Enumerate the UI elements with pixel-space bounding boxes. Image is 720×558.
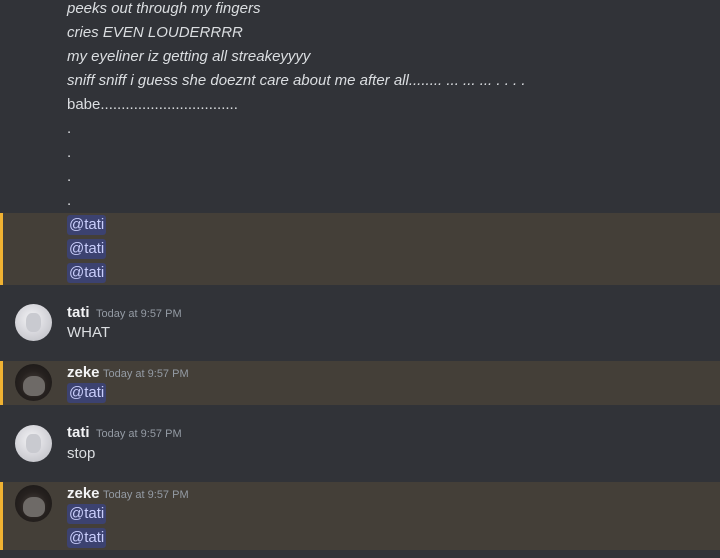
avatar[interactable] <box>15 485 52 522</box>
user-mention[interactable]: @tati <box>67 504 107 524</box>
user-mention[interactable]: @tati <box>67 239 107 259</box>
avatar[interactable] <box>15 425 52 462</box>
author-name[interactable]: zeke <box>67 364 100 382</box>
author-name[interactable]: tati <box>67 304 90 322</box>
message-line: peeks out through my fingers <box>67 0 261 17</box>
timestamp: Today at 9:57 PM <box>103 489 189 501</box>
message-text: WHAT <box>67 324 111 341</box>
user-mention[interactable]: @tati <box>67 215 107 235</box>
message-line: . <box>67 120 72 137</box>
user-mention[interactable]: @tati <box>67 263 107 283</box>
message-line: . <box>67 168 72 185</box>
message-text: stop <box>67 445 96 462</box>
timestamp: Today at 9:57 PM <box>103 368 189 380</box>
user-mention[interactable]: @tati <box>67 383 107 403</box>
message-line: my eyeliner iz getting all streakeyyyy <box>67 48 311 65</box>
message-line: . <box>67 192 72 209</box>
avatar-figure <box>26 434 41 453</box>
avatar-figure <box>23 376 45 396</box>
timestamp: Today at 9:57 PM <box>96 428 182 440</box>
author-name[interactable]: tati <box>67 424 90 442</box>
message-line: babe................................. <box>67 96 238 113</box>
message-line: cries EVEN LOUDERRRR <box>67 24 243 41</box>
avatar-figure <box>23 497 45 517</box>
avatar-figure <box>26 313 41 332</box>
message-line: . <box>67 144 72 161</box>
message-line: sniff sniff i guess she doeznt care abou… <box>67 72 526 89</box>
user-mention[interactable]: @tati <box>67 528 107 548</box>
avatar[interactable] <box>15 364 52 401</box>
avatar[interactable] <box>15 304 52 341</box>
timestamp: Today at 9:57 PM <box>96 308 182 320</box>
author-name[interactable]: zeke <box>67 485 100 503</box>
mention-highlight <box>0 213 720 285</box>
